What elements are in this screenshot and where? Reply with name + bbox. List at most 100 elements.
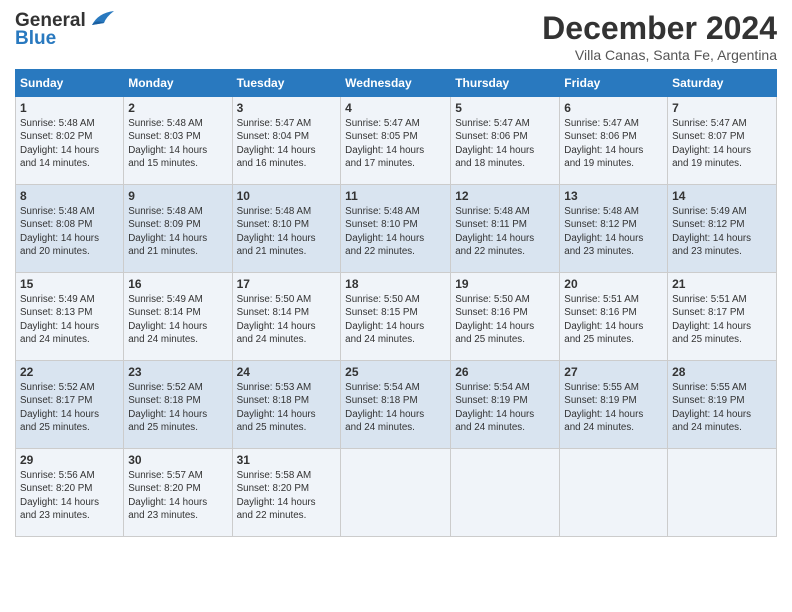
calendar-cell — [560, 449, 668, 537]
calendar-cell: 24Sunrise: 5:53 AMSunset: 8:18 PMDayligh… — [232, 361, 341, 449]
day-info: Sunrise: 5:48 AMSunset: 8:10 PMDaylight:… — [345, 205, 446, 258]
calendar-cell: 20Sunrise: 5:51 AMSunset: 8:16 PMDayligh… — [560, 273, 668, 361]
day-number: 17 — [237, 276, 337, 292]
calendar-cell: 21Sunrise: 5:51 AMSunset: 8:17 PMDayligh… — [668, 273, 777, 361]
calendar-cell: 11Sunrise: 5:48 AMSunset: 8:10 PMDayligh… — [341, 185, 451, 273]
day-info: Sunrise: 5:50 AMSunset: 8:14 PMDaylight:… — [237, 293, 337, 346]
day-number: 14 — [672, 188, 772, 204]
day-number: 3 — [237, 100, 337, 116]
day-number: 27 — [564, 364, 663, 380]
day-info: Sunrise: 5:52 AMSunset: 8:18 PMDaylight:… — [128, 381, 227, 434]
day-number: 7 — [672, 100, 772, 116]
day-number: 15 — [20, 276, 119, 292]
calendar-cell: 9Sunrise: 5:48 AMSunset: 8:09 PMDaylight… — [124, 185, 232, 273]
day-number: 16 — [128, 276, 227, 292]
col-friday: Friday — [560, 70, 668, 97]
day-info: Sunrise: 5:56 AMSunset: 8:20 PMDaylight:… — [20, 469, 119, 522]
calendar-cell: 2Sunrise: 5:48 AMSunset: 8:03 PMDaylight… — [124, 97, 232, 185]
day-info: Sunrise: 5:57 AMSunset: 8:20 PMDaylight:… — [128, 469, 227, 522]
calendar-cell: 7Sunrise: 5:47 AMSunset: 8:07 PMDaylight… — [668, 97, 777, 185]
calendar-header: Sunday Monday Tuesday Wednesday Thursday… — [16, 70, 777, 97]
day-info: Sunrise: 5:47 AMSunset: 8:06 PMDaylight:… — [564, 117, 663, 170]
day-info: Sunrise: 5:50 AMSunset: 8:15 PMDaylight:… — [345, 293, 446, 346]
day-number: 18 — [345, 276, 446, 292]
day-number: 26 — [455, 364, 555, 380]
day-info: Sunrise: 5:48 AMSunset: 8:10 PMDaylight:… — [237, 205, 337, 258]
day-info: Sunrise: 5:48 AMSunset: 8:08 PMDaylight:… — [20, 205, 119, 258]
day-number: 1 — [20, 100, 119, 116]
calendar-cell: 4Sunrise: 5:47 AMSunset: 8:05 PMDaylight… — [341, 97, 451, 185]
calendar-cell: 23Sunrise: 5:52 AMSunset: 8:18 PMDayligh… — [124, 361, 232, 449]
day-info: Sunrise: 5:47 AMSunset: 8:07 PMDaylight:… — [672, 117, 772, 170]
day-info: Sunrise: 5:48 AMSunset: 8:09 PMDaylight:… — [128, 205, 227, 258]
day-number: 10 — [237, 188, 337, 204]
calendar-cell: 28Sunrise: 5:55 AMSunset: 8:19 PMDayligh… — [668, 361, 777, 449]
location-subtitle: Villa Canas, Santa Fe, Argentina — [542, 47, 777, 63]
calendar-week-row: 8Sunrise: 5:48 AMSunset: 8:08 PMDaylight… — [16, 185, 777, 273]
calendar-cell: 26Sunrise: 5:54 AMSunset: 8:19 PMDayligh… — [451, 361, 560, 449]
calendar-cell: 1Sunrise: 5:48 AMSunset: 8:02 PMDaylight… — [16, 97, 124, 185]
day-number: 19 — [455, 276, 555, 292]
day-number: 5 — [455, 100, 555, 116]
calendar-cell: 12Sunrise: 5:48 AMSunset: 8:11 PMDayligh… — [451, 185, 560, 273]
day-number: 25 — [345, 364, 446, 380]
day-number: 22 — [20, 364, 119, 380]
calendar-cell: 16Sunrise: 5:49 AMSunset: 8:14 PMDayligh… — [124, 273, 232, 361]
day-number: 9 — [128, 188, 227, 204]
day-number: 20 — [564, 276, 663, 292]
col-saturday: Saturday — [668, 70, 777, 97]
day-info: Sunrise: 5:49 AMSunset: 8:12 PMDaylight:… — [672, 205, 772, 258]
calendar-cell: 8Sunrise: 5:48 AMSunset: 8:08 PMDaylight… — [16, 185, 124, 273]
day-info: Sunrise: 5:53 AMSunset: 8:18 PMDaylight:… — [237, 381, 337, 434]
calendar-table: Sunday Monday Tuesday Wednesday Thursday… — [15, 69, 777, 537]
calendar-cell — [451, 449, 560, 537]
calendar-cell: 5Sunrise: 5:47 AMSunset: 8:06 PMDaylight… — [451, 97, 560, 185]
calendar-cell: 18Sunrise: 5:50 AMSunset: 8:15 PMDayligh… — [341, 273, 451, 361]
day-info: Sunrise: 5:49 AMSunset: 8:13 PMDaylight:… — [20, 293, 119, 346]
day-number: 24 — [237, 364, 337, 380]
calendar-cell: 10Sunrise: 5:48 AMSunset: 8:10 PMDayligh… — [232, 185, 341, 273]
logo-blue-text: Blue — [15, 28, 56, 50]
day-number: 28 — [672, 364, 772, 380]
header: General Blue December 2024 Villa Canas, … — [15, 10, 777, 63]
day-number: 6 — [564, 100, 663, 116]
day-info: Sunrise: 5:47 AMSunset: 8:04 PMDaylight:… — [237, 117, 337, 170]
day-number: 31 — [237, 452, 337, 468]
page: General Blue December 2024 Villa Canas, … — [0, 0, 792, 612]
day-info: Sunrise: 5:48 AMSunset: 8:11 PMDaylight:… — [455, 205, 555, 258]
day-number: 21 — [672, 276, 772, 292]
calendar-cell: 6Sunrise: 5:47 AMSunset: 8:06 PMDaylight… — [560, 97, 668, 185]
day-info: Sunrise: 5:54 AMSunset: 8:19 PMDaylight:… — [455, 381, 555, 434]
day-info: Sunrise: 5:55 AMSunset: 8:19 PMDaylight:… — [672, 381, 772, 434]
day-info: Sunrise: 5:55 AMSunset: 8:19 PMDaylight:… — [564, 381, 663, 434]
calendar-cell: 27Sunrise: 5:55 AMSunset: 8:19 PMDayligh… — [560, 361, 668, 449]
calendar-cell: 13Sunrise: 5:48 AMSunset: 8:12 PMDayligh… — [560, 185, 668, 273]
calendar-cell: 31Sunrise: 5:58 AMSunset: 8:20 PMDayligh… — [232, 449, 341, 537]
day-info: Sunrise: 5:51 AMSunset: 8:17 PMDaylight:… — [672, 293, 772, 346]
col-thursday: Thursday — [451, 70, 560, 97]
day-number: 29 — [20, 452, 119, 468]
day-info: Sunrise: 5:50 AMSunset: 8:16 PMDaylight:… — [455, 293, 555, 346]
day-info: Sunrise: 5:47 AMSunset: 8:05 PMDaylight:… — [345, 117, 446, 170]
calendar-cell: 30Sunrise: 5:57 AMSunset: 8:20 PMDayligh… — [124, 449, 232, 537]
col-wednesday: Wednesday — [341, 70, 451, 97]
day-number: 13 — [564, 188, 663, 204]
calendar-week-row: 1Sunrise: 5:48 AMSunset: 8:02 PMDaylight… — [16, 97, 777, 185]
day-number: 12 — [455, 188, 555, 204]
day-info: Sunrise: 5:48 AMSunset: 8:03 PMDaylight:… — [128, 117, 227, 170]
calendar-cell: 29Sunrise: 5:56 AMSunset: 8:20 PMDayligh… — [16, 449, 124, 537]
day-number: 2 — [128, 100, 227, 116]
calendar-cell — [668, 449, 777, 537]
calendar-cell: 17Sunrise: 5:50 AMSunset: 8:14 PMDayligh… — [232, 273, 341, 361]
calendar-week-row: 29Sunrise: 5:56 AMSunset: 8:20 PMDayligh… — [16, 449, 777, 537]
day-number: 11 — [345, 188, 446, 204]
day-info: Sunrise: 5:51 AMSunset: 8:16 PMDaylight:… — [564, 293, 663, 346]
day-number: 8 — [20, 188, 119, 204]
day-info: Sunrise: 5:52 AMSunset: 8:17 PMDaylight:… — [20, 381, 119, 434]
calendar-cell: 22Sunrise: 5:52 AMSunset: 8:17 PMDayligh… — [16, 361, 124, 449]
title-block: December 2024 Villa Canas, Santa Fe, Arg… — [542, 10, 777, 63]
day-number: 30 — [128, 452, 227, 468]
logo: General Blue — [15, 10, 114, 50]
day-info: Sunrise: 5:48 AMSunset: 8:12 PMDaylight:… — [564, 205, 663, 258]
day-number: 23 — [128, 364, 227, 380]
